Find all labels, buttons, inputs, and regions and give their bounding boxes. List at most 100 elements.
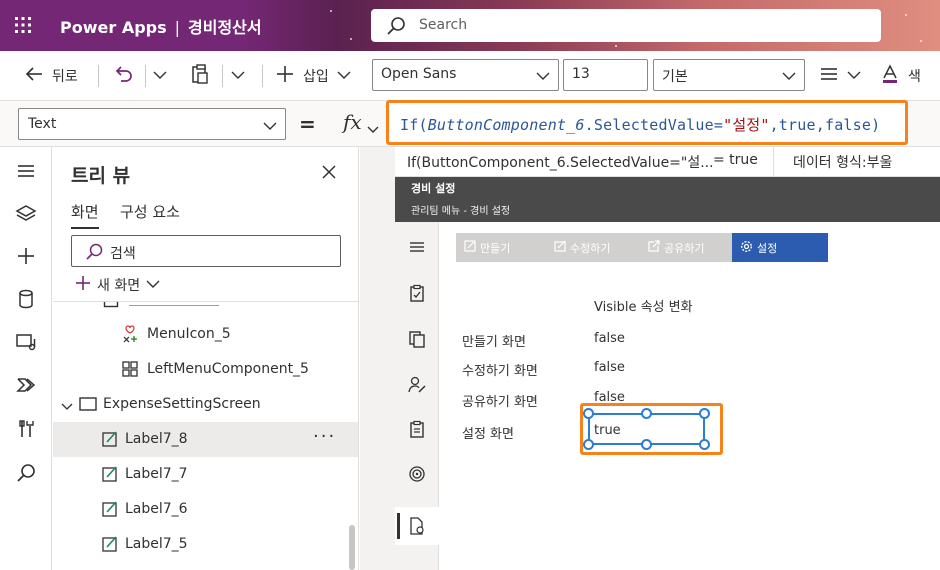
clipboard-icon[interactable] — [408, 420, 426, 438]
chevron-down-icon[interactable] — [61, 399, 73, 415]
tree-search-input[interactable]: 검색 — [71, 235, 341, 267]
tree-view-title: 트리 뷰 — [71, 165, 131, 187]
search-icon[interactable] — [14, 461, 38, 485]
formula-text: If(ButtonComponent_6.SelectedValue="설정",… — [400, 114, 880, 135]
app-launcher-icon[interactable] — [12, 14, 34, 36]
font-color-icon — [880, 63, 900, 89]
more-options-icon[interactable]: ··· — [313, 426, 336, 447]
tree-item-label: Label7_7 — [125, 466, 188, 482]
header-decoration — [350, 38, 352, 40]
chevron-down-icon — [231, 68, 245, 84]
tree-scrollbar[interactable] — [349, 525, 355, 570]
menu-settings-label: 설정 — [757, 241, 778, 255]
top-menu-component: 만들기 수정하기 공유하기 설정 — [456, 233, 828, 262]
equals-sign: = — [299, 112, 316, 136]
resize-handle[interactable] — [641, 408, 652, 419]
paste-button[interactable] — [190, 63, 210, 89]
font-weight-dropdown[interactable]: 기본 — [653, 59, 805, 91]
hamburger-icon[interactable] — [14, 159, 38, 183]
resize-handle[interactable] — [699, 408, 710, 419]
font-family-dropdown[interactable]: Open Sans — [372, 59, 559, 91]
target-icon[interactable] — [408, 465, 426, 483]
power-automate-icon[interactable] — [14, 373, 38, 397]
hamburger-icon[interactable] — [408, 238, 426, 256]
back-arrow-icon — [24, 64, 44, 88]
formula-string: "설정" — [723, 116, 770, 134]
icon-control-icon — [121, 325, 139, 347]
search-icon — [385, 15, 407, 41]
menu-share[interactable]: 공유하기 — [640, 233, 732, 262]
plus-icon[interactable] — [14, 244, 38, 268]
menu-edit-label: 수정하기 — [570, 241, 611, 255]
menu-create[interactable]: 만들기 — [456, 233, 546, 262]
menu-edit[interactable]: 수정하기 — [546, 233, 640, 262]
layers-icon[interactable] — [0, 193, 52, 235]
screen-breadcrumb: 관리팀 메뉴 - 경비 설정 — [411, 206, 511, 217]
back-button[interactable]: 뒤로 — [24, 63, 78, 89]
tree-item-expensesettingscreen[interactable]: ExpenseSettingScreen — [53, 387, 358, 422]
resize-handle[interactable] — [699, 439, 710, 450]
tools-icon[interactable] — [14, 417, 38, 441]
component-icon — [121, 360, 139, 382]
insert-label: 삽입 — [303, 69, 329, 85]
row-value-edit: false — [594, 360, 625, 375]
search-icon — [84, 242, 104, 266]
screen-title: 경비 설정 — [411, 182, 456, 195]
resize-handle[interactable] — [583, 408, 594, 419]
tree-item-leftmenucomponent[interactable]: LeftMenuComponent_5 — [53, 352, 358, 387]
chevron-down-icon[interactable] — [367, 119, 379, 138]
tree-item-label7-8[interactable]: Label7_8 ··· — [53, 422, 358, 457]
share-icon — [648, 240, 660, 255]
font-color-label: 색 — [908, 69, 921, 85]
chevron-down-icon — [153, 68, 167, 84]
tree-view-panel: 트리 뷰 화면 구성 요소 검색 새 화면 MenuIcon_5 LeftMen… — [53, 147, 359, 570]
chevron-down-icon — [263, 119, 277, 135]
product-name: Power Apps — [60, 18, 167, 37]
user-edit-icon[interactable] — [408, 375, 426, 393]
tree-item-label7-5[interactable]: Label7_5 — [53, 527, 358, 562]
insert-button[interactable]: 삽입 — [275, 63, 351, 89]
new-screen-button[interactable]: 새 화면 — [75, 275, 160, 295]
font-size-input[interactable]: 13 — [563, 59, 648, 91]
tree-item-label7-6[interactable]: Label7_6 — [53, 492, 358, 527]
clipboard-check-icon[interactable] — [408, 284, 426, 302]
tab-screens[interactable]: 화면 — [71, 201, 99, 229]
label-control-icon — [101, 500, 119, 522]
font-weight-value: 기본 — [662, 69, 688, 85]
text-align-button[interactable] — [819, 63, 861, 89]
document-settings-icon[interactable] — [408, 517, 426, 535]
undo-menu-button[interactable] — [153, 63, 167, 89]
font-color-button[interactable]: 색 — [880, 63, 921, 89]
clipboard-icon — [190, 63, 210, 89]
toolbar-divider — [145, 65, 146, 87]
chevron-down-icon — [146, 277, 160, 293]
left-rail — [0, 147, 52, 570]
tree-item-label7-7[interactable]: Label7_7 — [53, 457, 358, 492]
database-icon[interactable] — [14, 287, 38, 311]
paste-menu-button[interactable] — [231, 63, 245, 89]
row-value-settings: true — [594, 423, 621, 438]
header-decoration — [920, 40, 922, 42]
edit-icon — [554, 240, 566, 255]
global-search-input[interactable]: Search — [371, 9, 881, 42]
formula-reference: ButtonComponent_6 — [427, 116, 585, 134]
resize-handle[interactable] — [583, 439, 594, 450]
label-control-icon — [101, 465, 119, 487]
toolbar-divider — [262, 65, 263, 87]
screen-icon — [79, 397, 97, 415]
property-dropdown[interactable]: Text — [18, 108, 286, 140]
undo-button[interactable] — [112, 63, 134, 89]
resize-handle[interactable] — [641, 439, 652, 450]
menu-settings[interactable]: 설정 — [732, 233, 828, 262]
function-icon[interactable]: fx — [343, 110, 362, 134]
close-icon[interactable] — [321, 164, 337, 184]
search-placeholder: Search — [419, 17, 468, 33]
copy-icon[interactable] — [408, 330, 426, 348]
app-left-menu — [395, 222, 439, 570]
toolbar-divider — [98, 65, 99, 87]
header-decoration — [330, 10, 332, 12]
tab-components[interactable]: 구성 요소 — [120, 201, 180, 222]
formula-input[interactable]: If(ButtonComponent_6.SelectedValue="설정",… — [386, 100, 908, 145]
media-icon[interactable] — [14, 330, 38, 354]
tree-item-menuicon[interactable]: MenuIcon_5 — [53, 317, 358, 352]
